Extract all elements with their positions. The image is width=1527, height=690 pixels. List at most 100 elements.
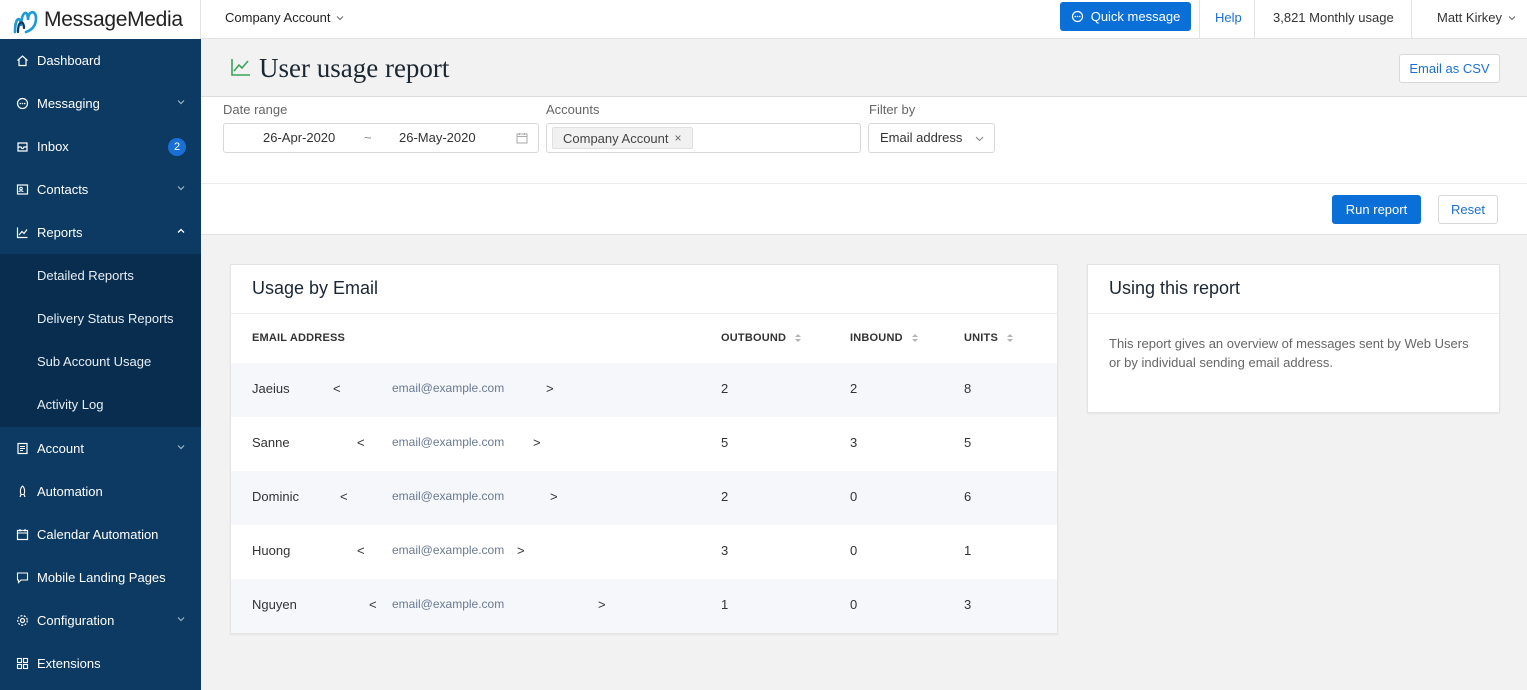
table-row: Huong < email@example.com > 3 0 1 — [231, 525, 1057, 579]
email-open-bracket: < — [340, 489, 348, 504]
email-address: email@example.com — [392, 597, 505, 611]
accounts-label: Accounts — [546, 102, 600, 117]
sidebar-item-automation[interactable]: Automation — [0, 470, 201, 513]
column-header-label: UNITS — [964, 332, 998, 344]
sidebar-subitem-sub-account-usage[interactable]: Sub Account Usage — [37, 354, 151, 369]
column-header-units[interactable]: UNITS — [964, 332, 1014, 344]
inbound-count: 0 — [850, 543, 858, 558]
sidebar-item-account[interactable]: Account — [0, 427, 201, 470]
accounts-select[interactable]: Company Account × — [546, 123, 861, 153]
filter-by-label: Filter by — [869, 102, 916, 117]
sidebar-subitem-delivery-status-reports[interactable]: Delivery Status Reports — [37, 311, 174, 326]
gear-icon — [16, 614, 29, 627]
units-count: 8 — [964, 381, 972, 396]
column-header-outbound[interactable]: OUTBOUND — [721, 332, 802, 344]
units-count: 6 — [964, 489, 972, 504]
sidebar-item-reports[interactable]: Reports — [0, 211, 201, 254]
table-row: Nguyen < email@example.com > 1 0 3 — [231, 579, 1057, 633]
sidebar-item-extensions[interactable]: Extensions — [0, 642, 201, 685]
email-as-csv-button[interactable]: Email as CSV — [1399, 54, 1500, 83]
inbound-count: 0 — [850, 489, 858, 504]
logo[interactable]: MessageMedia — [0, 0, 201, 39]
tray-icon — [16, 140, 29, 153]
home-icon — [16, 54, 29, 67]
sidebar-subitem-activity-log[interactable]: Activity Log — [37, 397, 103, 412]
grid-icon — [16, 657, 29, 670]
outbound-count: 2 — [721, 381, 729, 396]
run-report-button[interactable]: Run report — [1332, 195, 1421, 224]
account-selector-label: Company Account — [225, 10, 331, 25]
sidebar-item-calendar-automation[interactable]: Calendar Automation — [0, 513, 201, 556]
reports-submenu: Detailed Reports Delivery Status Reports… — [0, 254, 201, 427]
sidebar-item-mobile-landing-pages[interactable]: Mobile Landing Pages — [0, 556, 201, 599]
sidebar-item-label: Extensions — [37, 656, 101, 671]
account-chip: Company Account × — [552, 127, 693, 149]
email-address: email@example.com — [392, 381, 505, 395]
remove-chip-icon[interactable]: × — [675, 131, 682, 145]
reset-button[interactable]: Reset — [1438, 195, 1498, 224]
user-name: Sanne — [252, 435, 290, 450]
chevron-down-icon — [975, 136, 984, 142]
sidebar-item-configuration[interactable]: Configuration — [0, 599, 201, 642]
sidebar-item-contacts[interactable]: Contacts — [0, 168, 201, 211]
rocket-icon — [16, 485, 29, 498]
email-open-bracket: < — [369, 597, 377, 612]
user-menu[interactable]: Matt Kirkey — [1437, 10, 1516, 25]
inbox-count-badge: 2 — [168, 138, 186, 156]
table-row: Jaeius < email@example.com > 2 2 8 — [231, 363, 1057, 417]
email-close-bracket: > — [598, 597, 606, 612]
using-this-report-card: Using this report This report gives an o… — [1087, 264, 1500, 413]
sidebar-item-messaging[interactable]: Messaging — [0, 82, 201, 125]
divider — [1199, 0, 1200, 39]
sidebar-subitem-detailed-reports[interactable]: Detailed Reports — [37, 268, 134, 283]
page-header: User usage report Email as CSV — [201, 40, 1527, 97]
user-name: Nguyen — [252, 597, 297, 612]
calendar-icon — [16, 528, 29, 541]
filter-by-select[interactable]: Email address — [868, 123, 995, 153]
chevron-down-icon — [177, 617, 185, 622]
chat-icon — [1071, 10, 1083, 23]
end-date[interactable]: 26-May-2020 — [399, 130, 476, 145]
units-count: 5 — [964, 435, 972, 450]
chevron-up-icon — [177, 228, 185, 233]
outbound-count: 3 — [721, 543, 729, 558]
sort-icon — [1007, 334, 1013, 342]
sidebar-item-label: Automation — [37, 484, 103, 499]
top-bar: Company Account Quick message Help 3,821… — [201, 0, 1527, 39]
sidebar-item-label: Reports — [37, 225, 83, 240]
help-link[interactable]: Help — [1215, 10, 1242, 25]
inbound-count: 3 — [850, 435, 858, 450]
filter-panel: Date range 26-Apr-2020 ~ 26-May-2020 Acc… — [201, 97, 1527, 235]
logo-mark-icon — [13, 10, 38, 33]
divider — [1411, 0, 1412, 39]
chevron-down-icon — [336, 16, 344, 21]
account-selector[interactable]: Company Account — [225, 10, 344, 25]
email-open-bracket: < — [357, 543, 365, 558]
sidebar-item-label: Inbox — [37, 139, 69, 154]
line-chart-icon — [16, 226, 29, 239]
date-range-label: Date range — [223, 102, 288, 117]
units-count: 3 — [964, 597, 972, 612]
sidebar-item-inbox[interactable]: Inbox 2 — [0, 125, 201, 168]
column-header-email[interactable]: EMAIL ADDRESS — [252, 332, 345, 344]
date-range-picker[interactable]: 26-Apr-2020 ~ 26-May-2020 — [223, 123, 539, 153]
email-address: email@example.com — [392, 489, 505, 503]
filter-by-value: Email address — [880, 130, 963, 145]
email-close-bracket: > — [550, 489, 558, 504]
start-date[interactable]: 26-Apr-2020 — [263, 130, 335, 145]
brand-name: MessageMedia — [44, 7, 183, 31]
chevron-down-icon — [177, 445, 185, 450]
line-chart-icon — [231, 59, 250, 76]
sidebar-item-label: Mobile Landing Pages — [37, 570, 166, 585]
user-name: Jaeius — [252, 381, 290, 396]
sidebar-item-dashboard[interactable]: Dashboard — [0, 39, 201, 82]
account-chip-label: Company Account — [563, 130, 669, 146]
quick-message-button[interactable]: Quick message — [1060, 2, 1191, 31]
column-header-inbound[interactable]: INBOUND — [850, 332, 919, 344]
date-separator: ~ — [364, 130, 372, 145]
sidebar-item-label: Calendar Automation — [37, 527, 159, 542]
sort-icon — [911, 334, 918, 342]
sidebar-item-label: Configuration — [37, 613, 115, 628]
address-book-icon — [16, 183, 29, 196]
divider — [1088, 313, 1499, 314]
